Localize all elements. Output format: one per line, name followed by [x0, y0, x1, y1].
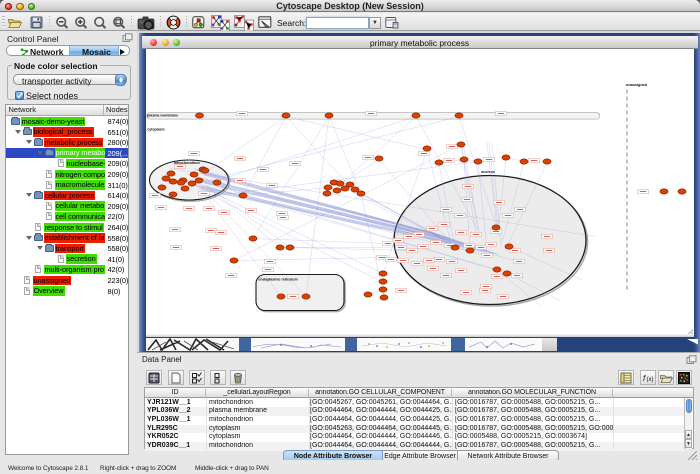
svg-text:unassigned: unassigned: [626, 83, 648, 87]
svg-text:endoplasmic reticulum: endoplasmic reticulum: [259, 277, 298, 281]
svg-text:nucleus: nucleus: [481, 170, 495, 174]
svg-text:cytoplasm: cytoplasm: [147, 127, 164, 131]
svg-text:plasma membrane: plasma membrane: [147, 113, 178, 117]
svg-text:(x): (x): [647, 377, 654, 383]
